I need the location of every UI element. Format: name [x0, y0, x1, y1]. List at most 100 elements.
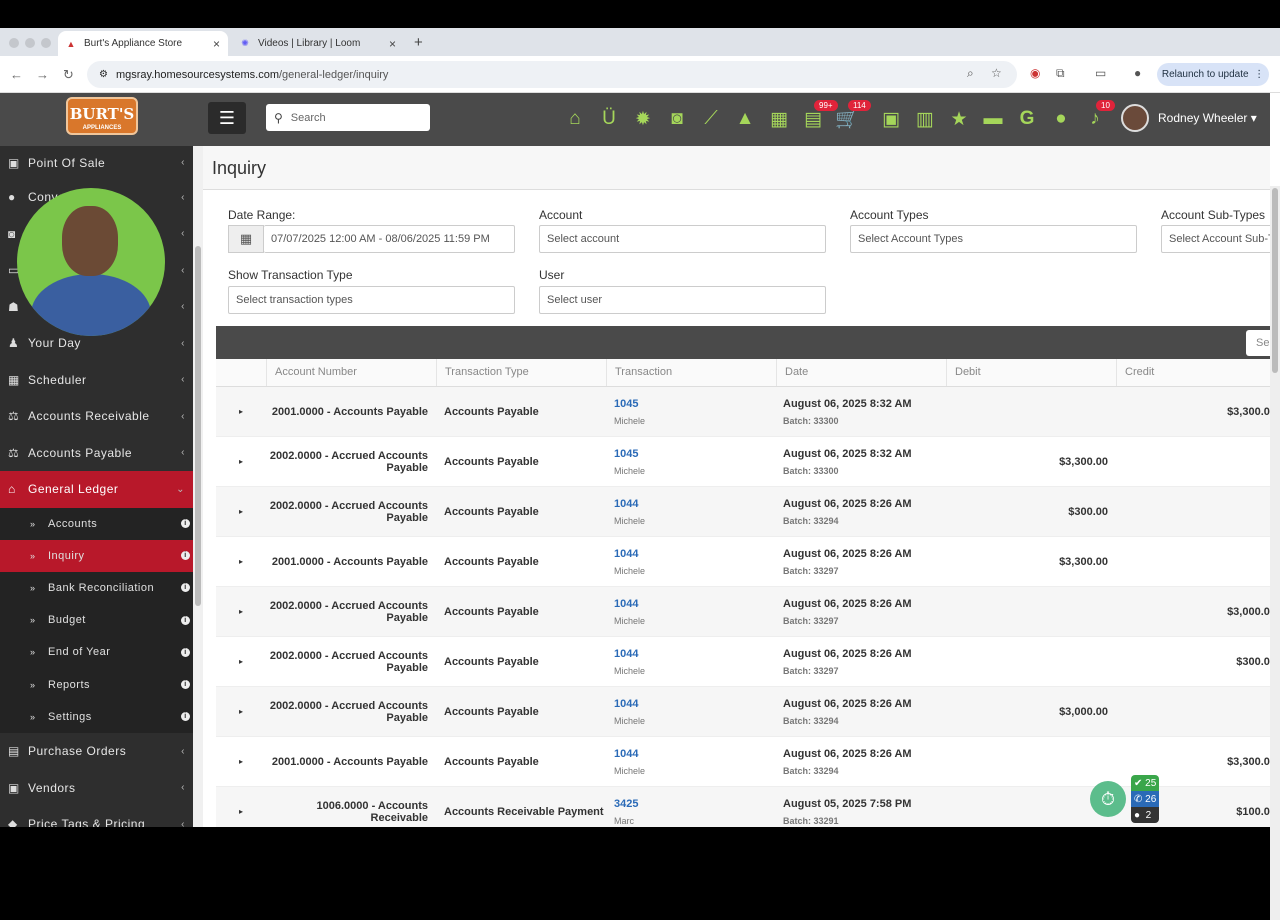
- sidebar-subitem-reports[interactable]: » Reports i: [0, 668, 193, 701]
- table-row[interactable]: ▸ 2002.0000 - Accrued Accounts Payable Acc…: [216, 437, 1270, 487]
- tasks-icon[interactable]: ▤ 99+: [796, 100, 838, 133]
- account-types-select[interactable]: Select Account Types: [850, 225, 1137, 253]
- sidebar-item-point-of-sale[interactable]: ▣ Point Of Sale ‹: [0, 146, 193, 179]
- map-pin-icon[interactable]: ◙: [660, 105, 694, 133]
- column-header-date[interactable]: Date: [776, 359, 946, 386]
- briefcase-icon[interactable]: ▣: [874, 105, 908, 133]
- info-icon[interactable]: i: [181, 615, 190, 625]
- sidebar-item-accounts-receivable[interactable]: ⚖ Accounts Receivable ‹: [0, 398, 193, 435]
- graduation-cap-icon[interactable]: ▲: [728, 105, 762, 133]
- table-row[interactable]: ▸ 2002.0000 - Accrued Accounts Payable Acc…: [216, 637, 1270, 687]
- column-header-debit[interactable]: Debit: [946, 359, 1116, 386]
- url-field[interactable]: ⚙ mgsray.homesourcesystems.com/general-l…: [87, 61, 1017, 88]
- sidebar-subitem-bank-reconciliation[interactable]: » Bank Reconciliation i: [0, 571, 193, 605]
- back-icon[interactable]: ←: [10, 67, 23, 82]
- table-row[interactable]: ▸ 2002.0000 - Accrued Accounts Payable Acc…: [216, 587, 1270, 637]
- browser-tab-active[interactable]: ▲ Burt's Appliance Store ×: [58, 31, 228, 56]
- table-row[interactable]: ▸ 2002.0000 - Accrued Accounts Payable Acc…: [216, 687, 1270, 737]
- close-tab-icon[interactable]: ×: [389, 37, 396, 51]
- transaction-link[interactable]: 1044: [614, 698, 776, 710]
- transaction-link[interactable]: 1044: [614, 648, 776, 660]
- expand-row-icon[interactable]: ▸: [216, 507, 266, 516]
- transaction-link[interactable]: 1045: [614, 448, 776, 460]
- user-menu[interactable]: Rodney Wheeler ▾: [1121, 104, 1257, 132]
- user-select[interactable]: Select user: [539, 286, 826, 314]
- sidebar-subitem-accounts[interactable]: » Accounts i: [0, 507, 193, 540]
- relaunch-button[interactable]: Relaunch to update ⋮: [1157, 63, 1269, 86]
- sidepanel-icon[interactable]: ▭: [1095, 66, 1106, 80]
- bell-icon[interactable]: ♪ 10: [1078, 100, 1115, 133]
- transaction-types-select[interactable]: Select transaction types: [228, 286, 515, 314]
- page-scrollbar[interactable]: [1270, 186, 1280, 920]
- transaction-link[interactable]: 1045: [614, 398, 776, 410]
- search-input[interactable]: ⚲ Search: [266, 104, 430, 131]
- site-settings-icon[interactable]: ⚙: [99, 69, 108, 80]
- cart-icon[interactable]: 🛒 114: [830, 100, 871, 133]
- calculator-icon[interactable]: ▦: [762, 105, 796, 133]
- account-subtypes-select[interactable]: Select Account Sub-Types: [1161, 225, 1270, 253]
- expand-row-icon[interactable]: ▸: [216, 407, 266, 416]
- sidebar-item-scheduler[interactable]: ▦ Scheduler ‹: [0, 362, 193, 399]
- table-row[interactable]: ▸ 2002.0000 - Accrued Accounts Payable Acc…: [216, 487, 1270, 537]
- book-icon[interactable]: ▥: [908, 105, 942, 133]
- sidebar-item-general-ledger[interactable]: ⌂ General Ledger ⌄: [0, 471, 193, 508]
- folder-icon[interactable]: ▬: [976, 105, 1010, 133]
- expand-row-icon[interactable]: ▸: [216, 657, 266, 666]
- info-icon[interactable]: i: [181, 680, 190, 690]
- info-icon[interactable]: i: [181, 647, 190, 657]
- sidebar-subitem-end-of-year[interactable]: » End of Year i: [0, 636, 193, 669]
- transaction-link[interactable]: 1044: [614, 748, 776, 760]
- chart-line-icon[interactable]: ⟋: [694, 105, 728, 133]
- transaction-link[interactable]: 3425: [614, 798, 776, 810]
- info-icon[interactable]: i: [181, 712, 190, 722]
- expand-row-icon[interactable]: ▸: [216, 607, 266, 616]
- grid-search-input[interactable]: Se: [1246, 330, 1270, 356]
- extensions-icon[interactable]: ⧉: [1056, 66, 1065, 81]
- column-header-transaction[interactable]: Transaction: [606, 359, 776, 386]
- loom-camera-bubble[interactable]: [17, 188, 165, 336]
- table-row[interactable]: ▸ 2001.0000 - Accounts Payable Accounts Pa…: [216, 537, 1270, 587]
- sidebar-subitem-inquiry[interactable]: » Inquiry i: [0, 539, 193, 572]
- store-logo[interactable]: BURT'S APPLIANCES: [66, 97, 138, 135]
- timer-widget-button[interactable]: ⏱: [1090, 781, 1126, 817]
- date-range-input[interactable]: 07/07/2025 12:00 AM - 08/06/2025 11:59 P…: [264, 225, 515, 253]
- zoom-icon[interactable]: ⌕: [967, 66, 974, 81]
- sidebar-item-vendors[interactable]: ▣ Vendors ‹: [0, 769, 193, 806]
- expand-row-icon[interactable]: ▸: [216, 807, 266, 816]
- transaction-link[interactable]: 1044: [614, 598, 776, 610]
- expand-row-icon[interactable]: ▸: [216, 557, 266, 566]
- sidebar-subitem-budget[interactable]: » Budget i: [0, 604, 193, 637]
- account-select[interactable]: Select account: [539, 225, 826, 253]
- table-row[interactable]: ▸ 2001.0000 - Accounts Payable Accounts Pa…: [216, 387, 1270, 437]
- new-tab-icon[interactable]: +: [414, 34, 423, 51]
- sidebar-subitem-settings[interactable]: » Settings i: [0, 700, 193, 733]
- column-header-credit[interactable]: Credit: [1116, 359, 1270, 386]
- bookmark-star-icon[interactable]: ☆: [991, 66, 1002, 80]
- browser-tab-loom[interactable]: ✺ Videos | Library | Loom ×: [232, 31, 404, 56]
- star-icon[interactable]: ★: [942, 105, 976, 133]
- sidebar-item-price-tags[interactable]: ◆ Price Tags & Pricing ‹: [0, 806, 193, 827]
- calendar-icon[interactable]: ▦: [228, 225, 264, 253]
- expand-row-icon[interactable]: ▸: [216, 757, 266, 766]
- transaction-link[interactable]: 1044: [614, 548, 776, 560]
- info-icon[interactable]: i: [181, 519, 190, 529]
- column-header-account-number[interactable]: Account Number: [266, 359, 436, 386]
- profile-icon[interactable]: ●: [1134, 66, 1141, 80]
- google-icon[interactable]: G: [1010, 105, 1044, 133]
- column-header-transaction-type[interactable]: Transaction Type: [436, 359, 606, 386]
- expand-row-icon[interactable]: ▸: [216, 707, 266, 716]
- forward-icon[interactable]: →: [36, 67, 49, 82]
- reload-icon[interactable]: ↻: [63, 67, 74, 83]
- magnet-icon[interactable]: Ü: [592, 105, 626, 133]
- info-icon[interactable]: i: [181, 583, 190, 593]
- notification-counts[interactable]: ✔ 25 ✆ 26 ● 2: [1131, 775, 1159, 823]
- loom-extension-icon[interactable]: ◉: [1030, 66, 1040, 80]
- sidebar-scrollbar[interactable]: [193, 146, 203, 827]
- window-controls[interactable]: [9, 38, 51, 48]
- comment-icon[interactable]: ●: [1044, 105, 1078, 133]
- table-row[interactable]: ▸ 2001.0000 - Accounts Payable Accounts Pa…: [216, 737, 1270, 787]
- gear-icon[interactable]: ✹: [626, 105, 660, 133]
- close-tab-icon[interactable]: ×: [213, 37, 220, 51]
- info-icon[interactable]: i: [181, 551, 190, 561]
- menu-toggle-button[interactable]: ☰: [208, 102, 246, 134]
